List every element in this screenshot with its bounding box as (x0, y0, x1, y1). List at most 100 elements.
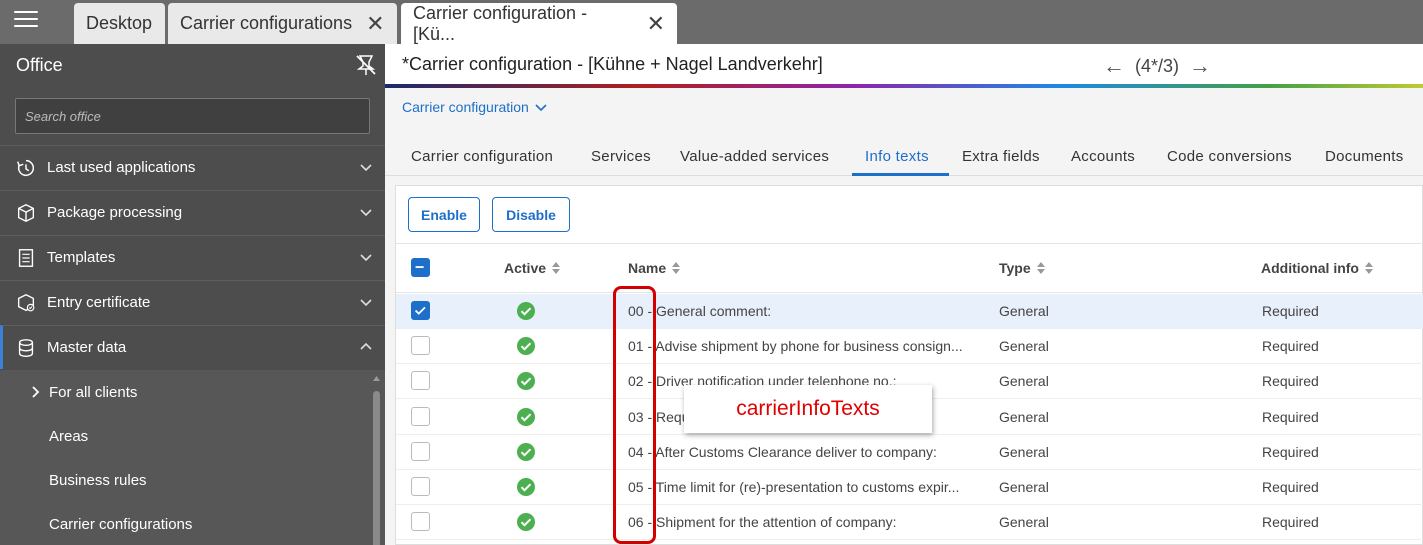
sort-icon (1364, 262, 1373, 274)
tab-code-conversions[interactable]: Code conversions (1167, 148, 1292, 165)
column-header-type[interactable]: Type (999, 260, 1045, 276)
cell-name: 06 - Shipment for the attention of compa… (628, 514, 897, 531)
tab-label: Carrier configurations (180, 13, 353, 33)
active-check-icon (517, 513, 535, 532)
tab-desktop[interactable]: Desktop (74, 3, 165, 44)
certificate-icon (17, 293, 35, 311)
tab-label: Desktop (86, 13, 153, 33)
table-row[interactable]: 00 - General comment: General Required (396, 294, 1423, 329)
disable-button[interactable]: Disable (492, 197, 570, 232)
column-header-label: Active (504, 260, 547, 276)
menu-icon[interactable] (14, 11, 38, 31)
sort-icon (552, 262, 561, 274)
sidebar-item-label: Master data (47, 339, 127, 356)
row-checkbox[interactable] (411, 371, 430, 391)
sidebar-item-label: Entry certificate (47, 294, 151, 311)
cell-additional-info: Required (1262, 514, 1319, 531)
cell-additional-info: Required (1262, 479, 1319, 495)
row-checkbox[interactable] (411, 512, 430, 532)
chevron-right-icon (32, 386, 40, 398)
scroll-up-icon[interactable] (372, 374, 381, 382)
table-row[interactable]: 01 - Advise shipment by phone for busine… (396, 329, 1423, 365)
cell-additional-info: Required (1262, 303, 1319, 319)
enable-button[interactable]: Enable (408, 197, 480, 232)
chevron-up-icon (360, 342, 372, 350)
chevron-down-icon (360, 254, 372, 262)
sidebar-subitem-areas[interactable]: Areas (0, 414, 370, 458)
sidebar-item-label: Templates (47, 249, 116, 266)
tab-accounts[interactable]: Accounts (1071, 148, 1135, 165)
table-row[interactable]: 06 - Shipment for the attention of compa… (396, 505, 1423, 541)
sidebar-item-entry-certificate[interactable]: Entry certificate (0, 280, 385, 324)
row-checkbox[interactable] (411, 406, 430, 426)
document-icon (18, 248, 34, 267)
cell-additional-info: Required (1262, 443, 1319, 460)
tab-carrier-configuration[interactable]: Carrier configuration (411, 148, 553, 165)
sidebar-subitem-for-all-clients[interactable]: For all clients (0, 370, 370, 414)
sidebar-subitem-business-rules[interactable]: Business rules (0, 458, 370, 502)
tab-documents[interactable]: Documents (1325, 148, 1404, 165)
cell-name: 01 - Advise shipment by phone for busine… (628, 338, 963, 355)
sort-icon (672, 262, 681, 274)
page-title: *Carrier configuration - [Kühne + Nagel … (402, 54, 823, 74)
search-input[interactable] (15, 98, 370, 134)
breadcrumb[interactable]: Carrier configuration (402, 99, 548, 115)
history-icon (17, 159, 35, 176)
sidebar-item-last-used[interactable]: Last used applications (0, 145, 385, 189)
table-header: Active Name Type Additional info (396, 243, 1423, 293)
close-icon[interactable]: ✕ (647, 12, 665, 35)
tab-carrier-configurations[interactable]: Carrier configurations ✕ (168, 3, 397, 44)
select-all-checkbox[interactable] (411, 258, 430, 277)
info-texts-panel: Enable Disable Active Name Type Addition… (395, 185, 1423, 545)
brand-stripe (385, 84, 1423, 88)
sidebar-item-label: Package processing (47, 204, 183, 221)
sidebar-scrollbar[interactable] (372, 374, 381, 545)
sidebar-subitem-carrier-configurations[interactable]: Carrier configurations (0, 502, 370, 545)
scroll-thumb[interactable] (373, 391, 380, 545)
active-tab-indicator (852, 173, 949, 176)
breadcrumb-label: Carrier configuration (402, 99, 529, 115)
chevron-down-icon (535, 104, 547, 112)
tab-services[interactable]: Services (591, 148, 651, 165)
row-checkbox[interactable] (411, 301, 430, 320)
record-position: (4*/3) (1135, 55, 1180, 76)
tab-value-added-services[interactable]: Value-added services (680, 148, 829, 165)
table-row[interactable]: 04 - After Customs Clearance deliver to … (396, 435, 1423, 470)
row-checkbox[interactable] (411, 441, 430, 461)
annotation-highlight (613, 286, 656, 544)
chevron-down-icon (360, 299, 372, 307)
column-header-active[interactable]: Active (504, 260, 561, 276)
table-row[interactable]: 05 - Time limit for (re)-presentation to… (396, 470, 1423, 505)
active-check-icon (517, 442, 535, 461)
unpin-icon[interactable] (354, 53, 378, 77)
cell-additional-info: Required (1262, 373, 1319, 390)
active-check-icon (517, 372, 535, 391)
package-icon (17, 203, 35, 222)
tab-extra-fields[interactable]: Extra fields (962, 148, 1040, 165)
column-header-additional-info[interactable]: Additional info (1261, 260, 1373, 276)
sidebar-item-templates[interactable]: Templates (0, 235, 385, 279)
column-header-name[interactable]: Name (628, 260, 681, 276)
annotation-label: carrierInfoTexts (684, 385, 932, 433)
sidebar-item-master-data[interactable]: Master data (0, 325, 385, 369)
database-icon (18, 338, 34, 357)
chevron-down-icon (360, 164, 372, 172)
page-header: *Carrier configuration - [Kühne + Nagel … (385, 44, 1423, 86)
close-icon[interactable]: ✕ (366, 12, 384, 35)
cell-type: General (999, 443, 1049, 460)
row-checkbox[interactable] (411, 477, 430, 496)
arrow-left-icon[interactable]: ← (1103, 53, 1125, 79)
tab-info-texts[interactable]: Info texts (865, 148, 929, 165)
sidebar-item-package-processing[interactable]: Package processing (0, 190, 385, 234)
record-navigation: ← (4*/3) → (1103, 53, 1211, 79)
sidebar-submenu: For all clients Areas Business rules Car… (0, 370, 385, 545)
arrow-right-icon[interactable]: → (1189, 53, 1211, 79)
sidebar-subitem-label: Business rules (49, 471, 147, 489)
row-checkbox[interactable] (411, 336, 430, 356)
tab-carrier-configuration[interactable]: Carrier configuration - [Kü... ✕ (401, 3, 677, 44)
column-header-label: Type (999, 260, 1031, 276)
cell-name: 00 - General comment: (628, 303, 772, 319)
cell-name: 04 - After Customs Clearance deliver to … (628, 443, 937, 460)
sidebar-subitem-label: Areas (49, 427, 89, 445)
sidebar: Office Last used applications Package pr… (0, 44, 385, 545)
